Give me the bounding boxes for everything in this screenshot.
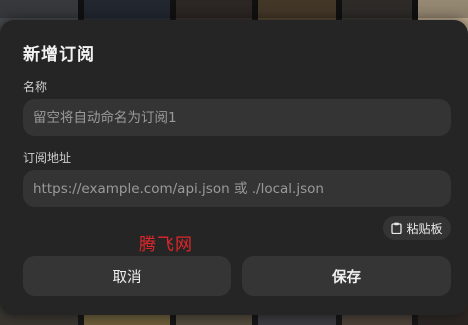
url-field[interactable] (23, 170, 451, 207)
cancel-button[interactable]: 取消 (23, 256, 231, 296)
add-subscription-dialog: 新增订阅 名称 订阅地址 粘贴板 腾飞网 取消 保存 (0, 20, 468, 315)
watermark-text: 腾飞网 (139, 235, 193, 255)
dialog-title: 新增订阅 (23, 45, 95, 65)
background-dim-strip (0, 0, 468, 18)
save-button[interactable]: 保存 (242, 256, 451, 296)
url-input[interactable] (33, 170, 441, 207)
paste-button[interactable]: 粘贴板 (383, 216, 451, 240)
name-label: 名称 (23, 80, 48, 94)
name-input[interactable] (33, 99, 441, 136)
paste-button-label: 粘贴板 (406, 221, 443, 236)
name-field[interactable] (23, 99, 451, 136)
clipboard-icon (391, 222, 403, 234)
url-label: 订阅地址 (23, 151, 72, 165)
